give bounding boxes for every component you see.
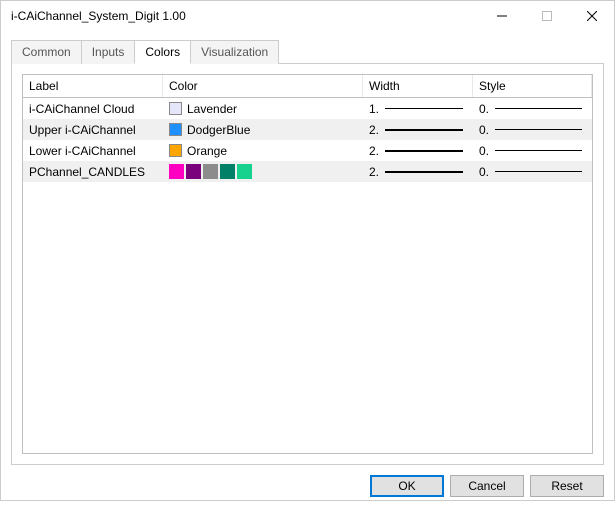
width-value: 1. [369,102,383,116]
title-bar: i-CAiChannel_System_Digit 1.00 [1,1,614,31]
style-value: 0. [479,144,493,158]
header-label[interactable]: Label [23,75,163,97]
color-name: Orange [187,144,227,158]
cell-color[interactable]: DodgerBlue [163,119,363,140]
cell-color[interactable] [163,161,363,182]
style-value: 0. [479,123,493,137]
color-name: DodgerBlue [187,123,250,137]
width-line-preview [385,150,463,152]
cell-style[interactable]: 0. [473,119,592,140]
close-icon [587,11,597,21]
cell-width[interactable]: 2. [363,161,473,182]
header-style[interactable]: Style [473,75,592,97]
palette-swatches [169,164,252,179]
colors-grid: Label Color Width Style i-CAiChannel Clo… [22,74,593,454]
grid-row[interactable]: i-CAiChannel Cloud Lavender 1. 0. [23,98,592,119]
color-swatch [169,102,182,115]
cell-label[interactable]: PChannel_CANDLES [23,161,163,182]
style-line-preview [495,129,582,130]
ok-button[interactable]: OK [370,475,444,497]
tab-strip: Common Inputs Colors Visualization [11,40,604,64]
tab-colors[interactable]: Colors [134,40,191,64]
maximize-icon [542,11,552,21]
palette-swatch [203,164,218,179]
style-value: 0. [479,165,493,179]
color-swatch [169,123,182,136]
width-value: 2. [369,123,383,137]
tab-common[interactable]: Common [11,40,82,64]
style-line-preview [495,108,582,109]
palette-swatch [220,164,235,179]
close-button[interactable] [569,1,614,31]
cell-style[interactable]: 0. [473,161,592,182]
window-title: i-CAiChannel_System_Digit 1.00 [11,9,479,23]
cell-color[interactable]: Orange [163,140,363,161]
grid-row[interactable]: PChannel_CANDLES 2. 0. [23,161,592,182]
cell-width[interactable]: 2. [363,140,473,161]
palette-swatch [237,164,252,179]
cell-width[interactable]: 2. [363,119,473,140]
header-width[interactable]: Width [363,75,473,97]
grid-row[interactable]: Lower i-CAiChannel Orange 2. 0. [23,140,592,161]
tab-visualization[interactable]: Visualization [190,40,279,64]
header-color[interactable]: Color [163,75,363,97]
width-line-preview [385,129,463,131]
width-value: 2. [369,165,383,179]
maximize-button [524,1,569,31]
minimize-icon [497,11,507,21]
tab-inputs[interactable]: Inputs [81,40,136,64]
style-line-preview [495,150,582,151]
tab-panel: Label Color Width Style i-CAiChannel Clo… [11,63,604,465]
cancel-button[interactable]: Cancel [450,475,524,497]
width-value: 2. [369,144,383,158]
palette-swatch [169,164,184,179]
width-line-preview [385,108,463,109]
color-swatch [169,144,182,157]
style-value: 0. [479,102,493,116]
cell-label[interactable]: Lower i-CAiChannel [23,140,163,161]
cell-style[interactable]: 0. [473,140,592,161]
minimize-button[interactable] [479,1,524,31]
color-name: Lavender [187,102,237,116]
grid-row[interactable]: Upper i-CAiChannel DodgerBlue 2. 0. [23,119,592,140]
reset-button[interactable]: Reset [530,475,604,497]
cell-width[interactable]: 1. [363,98,473,119]
grid-header: Label Color Width Style [23,75,592,98]
cell-label[interactable]: i-CAiChannel Cloud [23,98,163,119]
cell-style[interactable]: 0. [473,98,592,119]
cell-color[interactable]: Lavender [163,98,363,119]
palette-swatch [186,164,201,179]
style-line-preview [495,171,582,172]
cell-label[interactable]: Upper i-CAiChannel [23,119,163,140]
width-line-preview [385,171,463,173]
